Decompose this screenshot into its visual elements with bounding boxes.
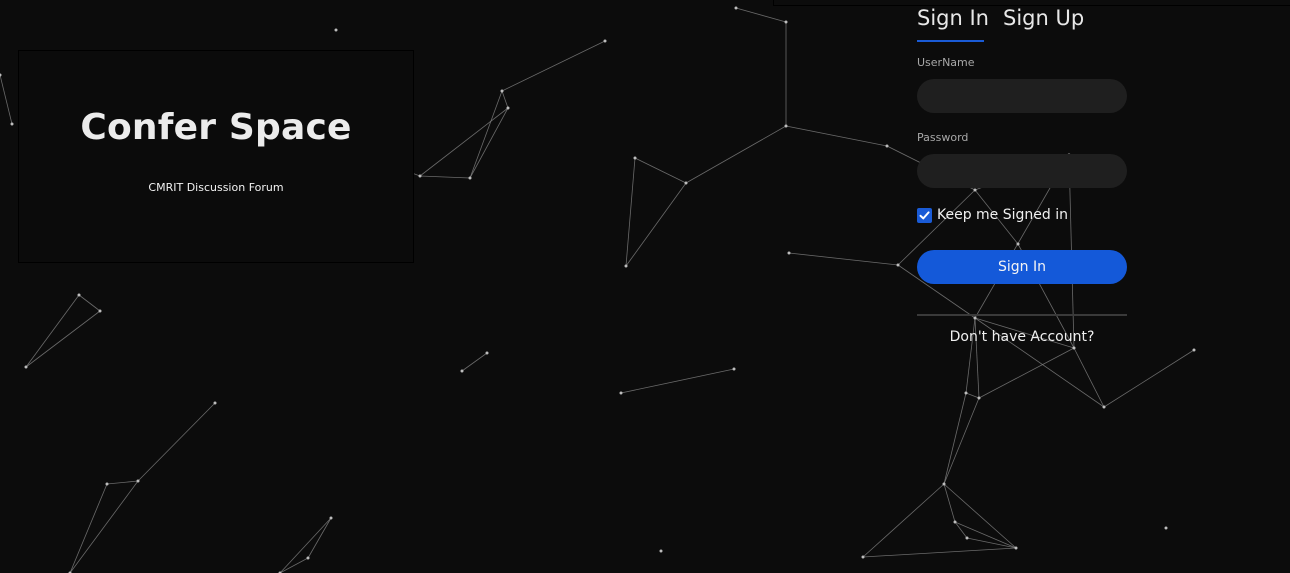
network-node [603, 39, 607, 43]
network-link [785, 125, 888, 147]
network-node [787, 251, 791, 255]
network-node [1192, 348, 1196, 352]
network-link [419, 175, 471, 179]
network-node [784, 124, 788, 128]
network-node [136, 479, 140, 483]
divider [917, 314, 1127, 316]
network-link [620, 368, 735, 394]
network-node [306, 556, 310, 560]
network-link [965, 392, 980, 399]
app-title: Confer Space [80, 107, 352, 148]
network-node [506, 106, 510, 110]
no-account-link[interactable]: Don't have Account? [917, 329, 1127, 345]
network-link [943, 483, 1017, 549]
network-node [1102, 405, 1106, 409]
network-link [954, 521, 1017, 549]
network-node [732, 367, 736, 371]
network-link [279, 517, 332, 573]
network-node [1072, 346, 1076, 350]
network-link [419, 107, 509, 177]
network-node [619, 391, 623, 395]
network-node [684, 181, 688, 185]
network-link [1103, 349, 1195, 408]
brand-panel: Confer Space CMRIT Discussion Forum [18, 50, 414, 263]
network-node [861, 555, 865, 559]
network-node [977, 396, 981, 400]
network-node [329, 516, 333, 520]
network-node [468, 176, 472, 180]
network-link [862, 547, 1017, 558]
network-node [784, 20, 788, 24]
network-node [973, 188, 977, 192]
keep-signed-in-checkbox[interactable] [917, 207, 932, 223]
network-link [0, 74, 13, 125]
network-link [25, 310, 101, 368]
network-link [69, 480, 139, 573]
password-input[interactable] [917, 154, 1127, 188]
network-node [885, 144, 889, 148]
network-node [0, 73, 2, 77]
network-node [734, 6, 738, 10]
network-link [966, 537, 1017, 549]
auth-tabs: Sign In Sign Up [917, 6, 1129, 44]
password-label: Password [917, 131, 969, 144]
network-node [213, 401, 217, 405]
sign-in-button[interactable]: Sign In [917, 250, 1127, 284]
network-node [659, 549, 663, 553]
network-node [460, 369, 464, 373]
keep-signed-in-label: Keep me Signed in [937, 207, 1068, 223]
network-node [965, 536, 969, 540]
network-link [685, 125, 787, 184]
network-node [334, 28, 338, 32]
network-link [279, 557, 309, 573]
network-node [1164, 526, 1168, 530]
network-node [77, 293, 81, 297]
tab-sign-in[interactable]: Sign In [917, 6, 989, 30]
network-link [978, 347, 1075, 399]
network-link [106, 480, 139, 485]
network-link [25, 294, 80, 368]
network-link [634, 157, 687, 184]
username-input[interactable] [917, 79, 1127, 113]
network-node [624, 264, 628, 268]
network-node [896, 263, 900, 267]
network-link [788, 252, 899, 266]
network-node [418, 174, 422, 178]
network-node [942, 482, 946, 486]
network-link [501, 90, 509, 109]
network-link [307, 517, 332, 559]
network-link [1073, 347, 1105, 408]
network-link [625, 182, 687, 267]
network-link [469, 90, 503, 179]
keep-signed-in-row[interactable]: Keep me Signed in [917, 205, 1068, 225]
network-link [501, 40, 606, 92]
network-node [24, 365, 28, 369]
network-link [625, 157, 636, 267]
network-link [137, 402, 216, 482]
network-link [862, 483, 945, 558]
network-link [943, 483, 956, 523]
checkmark-icon [919, 210, 930, 219]
network-link [78, 294, 101, 312]
network-node [964, 391, 968, 395]
active-tab-indicator [917, 40, 984, 42]
network-node [633, 156, 637, 160]
network-link [69, 483, 108, 573]
network-link [469, 107, 509, 179]
network-node [953, 520, 957, 524]
network-link [461, 352, 488, 372]
network-node [105, 482, 109, 486]
network-node [1016, 242, 1020, 246]
network-node [1014, 546, 1018, 550]
network-link [735, 7, 787, 23]
app-subtitle: CMRIT Discussion Forum [148, 181, 284, 194]
tab-sign-up[interactable]: Sign Up [1003, 6, 1084, 30]
network-node [98, 309, 102, 313]
network-node [973, 316, 977, 320]
network-node [485, 351, 489, 355]
network-node [10, 122, 14, 126]
network-node [500, 89, 504, 93]
username-label: UserName [917, 56, 975, 69]
